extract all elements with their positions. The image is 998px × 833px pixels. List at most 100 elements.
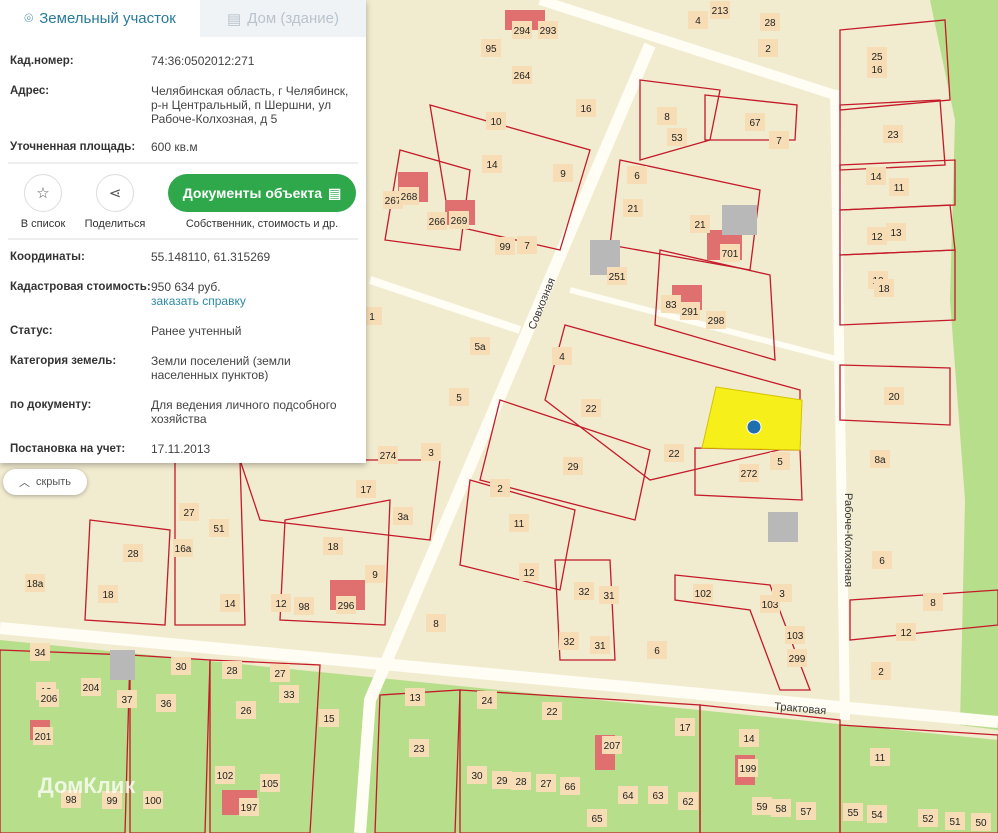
parcel-number-label: 199 — [740, 764, 757, 775]
tab-house[interactable]: ▤ Дом (здание) — [200, 0, 366, 37]
order-report-link[interactable]: заказать справку — [151, 294, 356, 308]
parcel-number-label: 28 — [226, 666, 238, 677]
parcel-number-label: 22 — [668, 449, 680, 460]
parcel-number-label: 65 — [591, 814, 603, 825]
category-value: Земли поселений (земли населенных пункто… — [151, 354, 291, 382]
share-button[interactable]: ⋖ Поделиться — [82, 174, 148, 238]
parcel-number-label: 12 — [275, 599, 287, 610]
parcel-number-label: 83 — [665, 300, 677, 311]
parcel-number-label: 18 — [878, 284, 890, 295]
area-label: Уточненная площадь: — [10, 141, 136, 153]
category-label: Категория земель: — [10, 355, 117, 367]
parcel-number-label: 4 — [559, 352, 565, 363]
parcel-number-label: 29 — [567, 462, 579, 473]
star-icon: ☆ — [24, 174, 62, 212]
hide-label: скрыть — [35, 476, 72, 488]
parcel-number-label: 53 — [671, 133, 683, 144]
parcel-number-label: 102 — [695, 589, 712, 600]
tab-land-plot[interactable]: ⌾ Земельный участок — [0, 0, 200, 37]
parcel-number-label: 9 — [372, 570, 378, 581]
parcel-number-label: 66 — [564, 782, 576, 793]
parcel-number-label: 29 — [496, 776, 508, 787]
cad-label: Кад.номер: — [10, 55, 74, 67]
parcel-number-label: 28 — [515, 777, 527, 788]
parcel-number-label: 24 — [481, 696, 493, 707]
parcel-number-label: 28 — [127, 549, 139, 560]
registration-value: 17.11.2013 — [151, 442, 211, 456]
parcel-number-label: 52 — [922, 814, 934, 825]
add-to-list-button[interactable]: ☆ В список — [10, 174, 76, 238]
parcel-number-label: 28 — [764, 18, 776, 29]
documents-subtitle: Собственник, стоимость и др. — [185, 218, 339, 230]
parcel-number-label: 264 — [514, 71, 531, 82]
purpose-value: Для ведения личного подсобного хозяйства — [151, 398, 337, 426]
parcel-number-label: 8а — [874, 455, 886, 466]
parcel-number-label: 6 — [654, 646, 660, 657]
parcel-number-label: 64 — [622, 791, 634, 802]
parcel-number-label: 8 — [433, 619, 439, 630]
cad-number-link[interactable]: 74:36:0502012:271 — [151, 54, 356, 68]
parcel-number-label: 296 — [338, 601, 355, 612]
chevron-up-icon: ︿ — [18, 477, 30, 489]
parcel-number-label: 59 — [756, 802, 768, 813]
parcel-number-label: 99 — [499, 242, 511, 253]
parcel-number-label: 23 — [887, 130, 899, 141]
parcel-number-label: 204 — [83, 683, 100, 694]
parcel-number-label: 207 — [604, 741, 621, 752]
parcel-number-label: 57 — [800, 807, 812, 818]
parcel-number-label: 27 — [274, 669, 286, 680]
tab-label: Земельный участок — [39, 10, 176, 27]
parcel-number-label: 5а — [474, 342, 486, 353]
parcel-number-label: 9 — [560, 169, 566, 180]
parcel-number-label: 32 — [578, 587, 590, 598]
parcel-number-label: 294 — [514, 26, 531, 37]
documents-label: Документы объекта — [182, 185, 323, 201]
parcel-number-label: 3 — [779, 589, 785, 600]
parcel-number-label: 51 — [213, 524, 225, 535]
parcel-number-label: 12 — [523, 568, 535, 579]
parcel-number-label: 14 — [743, 734, 755, 745]
parcel-number-label: 701 — [722, 249, 739, 260]
parcel-number-label: 1 — [369, 312, 375, 323]
parcel-number-label: 12 — [900, 628, 912, 639]
parcel-number-label: 13 — [890, 228, 902, 239]
parcel-number-label: 14 — [224, 599, 236, 610]
parcel-number-label: 7 — [776, 136, 782, 147]
parcel-number-label: 14 — [870, 172, 882, 183]
document-icon: ▤ — [328, 184, 342, 201]
coords-label: Координаты: — [10, 251, 85, 263]
parcel-number-label: 22 — [585, 404, 597, 415]
add-to-list-label: В список — [20, 218, 66, 230]
parcel-number-label: 95 — [485, 44, 497, 55]
parcel-number-label: 8 — [664, 112, 670, 123]
parcel-number-label: 30 — [471, 771, 483, 782]
documents-button[interactable]: Документы объекта ▤ — [168, 174, 356, 212]
parcel-number-label: 103 — [787, 631, 804, 642]
parcel-number-label: 5 — [456, 393, 462, 404]
parcel-number-label: 299 — [789, 654, 806, 665]
location-marker[interactable] — [746, 419, 762, 435]
parcel-number-label: 293 — [540, 26, 557, 37]
parcel-number-label: 3 — [428, 448, 434, 459]
hide-panel-button[interactable]: ︿ скрыть — [3, 469, 87, 495]
nonresidential-building — [110, 650, 135, 680]
parcel-number-label: 298 — [708, 316, 725, 327]
parcel-number-label: 206 — [41, 694, 58, 705]
parcel-number-label: 3а — [397, 512, 409, 523]
parcel-number-label: 51 — [949, 817, 961, 828]
parcel-number-label: 11 — [894, 183, 905, 194]
parcel-number-label: 13 — [409, 693, 421, 704]
parcel-number-label: 31 — [603, 591, 615, 602]
info-panel: ⌾ Земельный участок ▤ Дом (здание) Кад.ном… — [0, 0, 366, 463]
divider — [8, 238, 358, 240]
parcel-number-label: 100 — [145, 796, 162, 807]
parcel-number-label: 269 — [451, 216, 468, 227]
nonresidential-building — [722, 205, 757, 235]
area-value: 600 кв.м — [151, 140, 198, 154]
parcel-number-label: 4 — [695, 16, 701, 27]
parcel-number-label: 14 — [486, 160, 498, 171]
cost-label: Кадастровая стоимость: — [10, 281, 151, 293]
parcel-number-label: 17 — [360, 485, 372, 496]
parcel-number-label: 37 — [121, 695, 133, 706]
parcel-number-label: 21 — [694, 220, 706, 231]
